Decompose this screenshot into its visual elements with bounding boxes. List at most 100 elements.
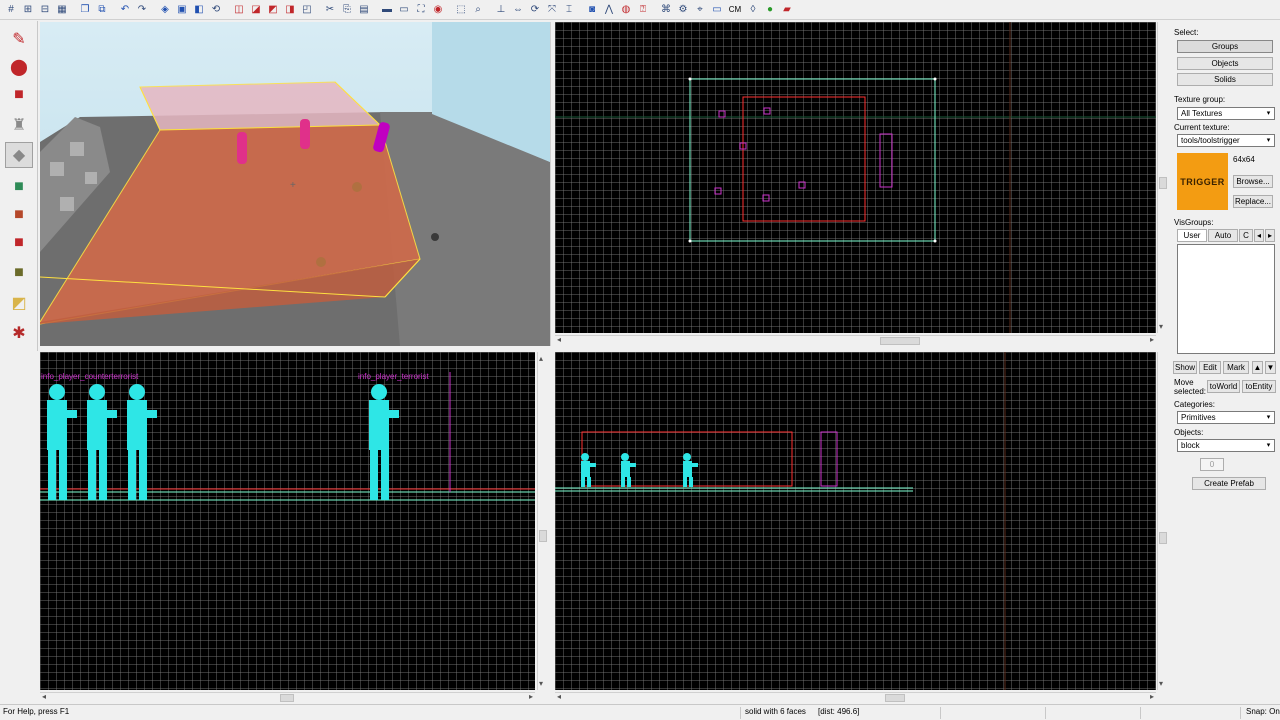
categories-value: Primitives (1181, 413, 1216, 422)
texture-group-select[interactable]: All Textures ▾ (1177, 107, 1275, 120)
trigger-brush-outline (689, 78, 936, 242)
current-texture-label: Current texture: (1174, 123, 1230, 132)
top-vscroll[interactable]: ▾ (1157, 22, 1167, 333)
magnify-tool-icon[interactable]: ⬤ (5, 54, 33, 80)
options-icon[interactable]: ⌘ (659, 3, 673, 17)
toggle-lights-icon[interactable]: ▭ (397, 3, 411, 17)
arrow-up-icon[interactable]: ▲ (1252, 361, 1263, 374)
chevron-right-icon[interactable]: ▸ (1265, 229, 1275, 242)
categories-select[interactable]: Primitives ▾ (1177, 411, 1275, 424)
tab-user[interactable]: User (1177, 229, 1207, 242)
side-view-geometry (555, 352, 1006, 690)
tab-c[interactable]: C (1239, 229, 1253, 242)
object-properties-panel: Select: Groups Objects Solids Texture gr… (1170, 22, 1280, 702)
crosshair: + (290, 180, 296, 191)
cut-icon[interactable]: ✂ (323, 3, 337, 17)
player-model (352, 182, 362, 192)
entity-report-icon[interactable]: ◍ (619, 3, 633, 17)
hide-unselected-icon[interactable]: ◪ (249, 3, 263, 17)
texture-application-icon[interactable]: ■ (5, 174, 33, 200)
objects-select[interactable]: block ▾ (1177, 439, 1275, 452)
mark-button[interactable]: Mark (1223, 361, 1249, 374)
transform-icon[interactable]: ⤧ (545, 3, 559, 17)
run-game-icon[interactable]: ▰ (780, 3, 794, 17)
rotate-icon[interactable]: ⟳ (528, 3, 542, 17)
replace-button[interactable]: Replace... (1233, 195, 1273, 208)
edit-button[interactable]: Edit (1199, 361, 1221, 374)
carve-icon[interactable]: ◈ (158, 3, 172, 17)
toggle-helpers-icon[interactable]: ⛶ (414, 3, 428, 17)
visgroup-icon[interactable]: ◨ (283, 3, 297, 17)
texture-lock-icon[interactable]: ◧ (192, 3, 206, 17)
run-map-icon[interactable]: ● (763, 3, 777, 17)
toggle-models-icon[interactable]: ▬ (380, 3, 394, 17)
snap-grid-icon[interactable]: ◙ (585, 3, 599, 17)
snap-icon[interactable]: ⌶ (562, 3, 576, 17)
current-texture-select[interactable]: tools/toolstrigger ▾ (1177, 134, 1275, 147)
apply-texture-icon[interactable]: ■ (5, 202, 33, 228)
goto-brush-icon[interactable]: ⌖ (693, 3, 707, 17)
undo-icon[interactable]: ↶ (118, 3, 132, 17)
viewport-side[interactable] (555, 352, 1156, 690)
ungroup-icon[interactable]: ⧉ (95, 3, 109, 17)
top-hscroll[interactable]: ◂ ▸ (555, 335, 1156, 345)
show-all-icon[interactable]: ◩ (266, 3, 280, 17)
select-objects-button[interactable]: Objects (1177, 57, 1273, 70)
flip-icon[interactable]: ⇔ (511, 3, 525, 17)
arrow-down-icon[interactable]: ▼ (1265, 361, 1276, 374)
grid-smaller-icon[interactable]: ⊞ (21, 3, 35, 17)
align-icon[interactable]: ⊥ (494, 3, 508, 17)
viewport-top[interactable] (555, 22, 1156, 333)
clipping-tool-icon[interactable]: ◩ (5, 290, 33, 316)
grid-3d-icon[interactable]: ▦ (55, 3, 69, 17)
tab-auto[interactable]: Auto (1208, 229, 1238, 242)
select-groups-button[interactable]: Groups (1177, 40, 1273, 53)
grid-toggle-icon[interactable]: # (4, 3, 18, 17)
compile-log-icon[interactable]: ◊ (746, 3, 760, 17)
to-entity-button[interactable]: toEntity (1242, 380, 1276, 393)
viewport-3d[interactable]: + (40, 22, 550, 346)
cm-button[interactable]: CM (727, 3, 743, 17)
vertex-tool-icon[interactable]: ⋀ (602, 3, 616, 17)
viewport-front[interactable]: info_player_counterterrorist info_player… (40, 352, 535, 690)
cordon-icon[interactable]: ⬚ (454, 3, 468, 17)
chevron-down-icon: ▾ (1266, 414, 1271, 421)
texture-size: 64x64 (1233, 155, 1255, 164)
decal-tool-icon[interactable]: ■ (5, 230, 33, 256)
select-solids-button[interactable]: Solids (1177, 73, 1273, 86)
monitor-icon[interactable]: ▭ (710, 3, 724, 17)
faces-stepper[interactable]: 0 (1200, 458, 1224, 471)
map-properties-icon[interactable]: ⍰ (636, 3, 650, 17)
entity-tool-icon[interactable]: ♜ (5, 112, 33, 138)
front-view-geometry (40, 372, 535, 501)
to-world-button[interactable]: toWorld (1207, 380, 1240, 393)
overlay-tool-icon[interactable]: ■ (5, 260, 33, 286)
front-vscroll[interactable]: ▴ ▾ (537, 352, 547, 690)
front-hscroll[interactable]: ◂ ▸ (40, 692, 535, 702)
side-hscroll[interactable]: ◂ ▸ (555, 692, 1156, 702)
redo-icon[interactable]: ↷ (135, 3, 149, 17)
paste-special-icon[interactable]: ◰ (300, 3, 314, 17)
settings-gear-icon[interactable]: ⚙ (676, 3, 690, 17)
vertex-manipulation-icon[interactable]: ✱ (5, 320, 33, 346)
toggle-autoselect-icon[interactable]: ◉ (431, 3, 445, 17)
grid-larger-icon[interactable]: ⊟ (38, 3, 52, 17)
create-prefab-button[interactable]: Create Prefab (1192, 477, 1266, 490)
selection-tool-icon[interactable]: ✎ (5, 26, 33, 52)
hide-selection-icon[interactable]: ◫ (232, 3, 246, 17)
block-tool-icon[interactable]: ◆ (5, 142, 33, 168)
camera-tool-icon[interactable]: ■ (5, 82, 33, 108)
browse-button[interactable]: Browse... (1233, 175, 1273, 188)
side-vscroll[interactable]: ▾ (1157, 352, 1167, 690)
hollow-icon[interactable]: ▣ (175, 3, 189, 17)
group-icon[interactable]: ❐ (78, 3, 92, 17)
categories-label: Categories: (1174, 400, 1215, 409)
paste-icon[interactable]: ▤ (357, 3, 371, 17)
room-brush-outline (742, 96, 866, 222)
copy-icon[interactable]: ⎘ (340, 3, 354, 17)
show-button[interactable]: Show (1173, 361, 1197, 374)
chevron-left-icon[interactable]: ◂ (1254, 229, 1264, 242)
texture-scale-lock-icon[interactable]: ⟲ (209, 3, 223, 17)
visgroups-list[interactable] (1177, 244, 1275, 354)
cordon-edit-icon[interactable]: ⌕ (471, 3, 485, 17)
